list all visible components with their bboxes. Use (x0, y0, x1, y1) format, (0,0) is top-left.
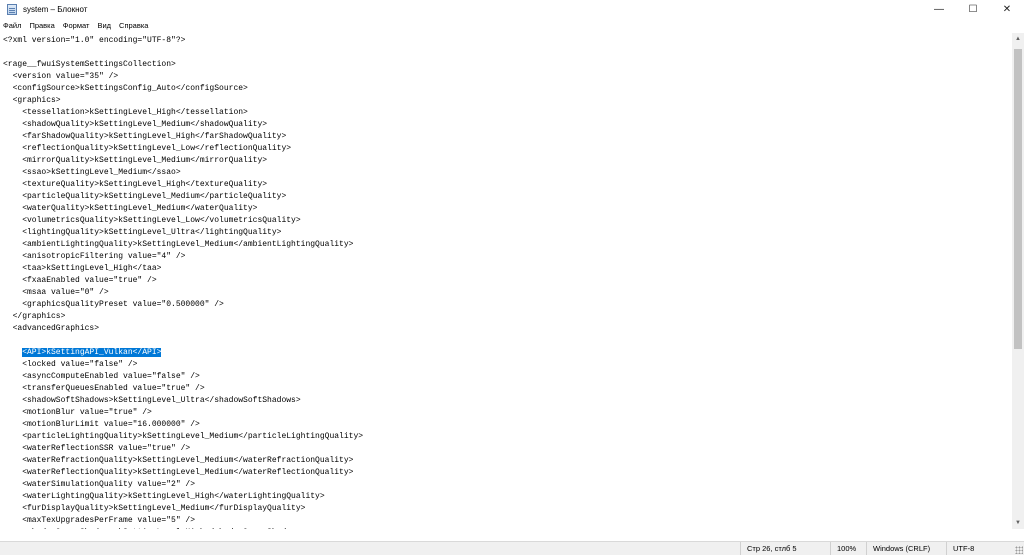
text-line[interactable]: <particleLightingQuality>kSettingLevel_M… (3, 431, 1011, 443)
minimize-button[interactable]: — (922, 0, 956, 18)
maximize-button[interactable]: ☐ (956, 0, 990, 18)
text-line[interactable]: <msaa value="0" /> (3, 287, 1011, 299)
text-line[interactable]: <particleQuality>kSettingLevel_Medium</p… (3, 191, 1011, 203)
menu-view[interactable]: Вид (93, 21, 115, 30)
text-line[interactable]: <graphics> (3, 95, 1011, 107)
text-line[interactable]: <tessellation>kSettingLevel_High</tessel… (3, 107, 1011, 119)
text-line[interactable]: <farShadowQuality>kSettingLevel_High</fa… (3, 131, 1011, 143)
text-line[interactable]: <volumetricsQuality>kSettingLevel_Low</v… (3, 215, 1011, 227)
text-line[interactable]: <waterReflectionQuality>kSettingLevel_Me… (3, 467, 1011, 479)
vertical-scrollbar[interactable]: ▲ ▼ (1012, 33, 1024, 529)
cursor-position: Стр 26, стлб 5 (740, 542, 830, 555)
notepad-icon (7, 3, 17, 15)
text-line[interactable]: <?xml version="1.0" encoding="UTF-8"?> (3, 35, 1011, 47)
text-line[interactable]: <API>kSettingAPI_Vulkan</API> (3, 347, 1011, 359)
menu-edit[interactable]: Правка (25, 21, 58, 30)
text-line[interactable]: <taa>kSettingLevel_High</taa> (3, 263, 1011, 275)
text-line[interactable]: <motionBlur value="true" /> (3, 407, 1011, 419)
text-line[interactable] (3, 335, 1011, 347)
menu-bar: Файл Правка Формат Вид Справка (0, 19, 1024, 32)
text-line[interactable]: <shadowGrassShadows>kSettingLevel_High</… (3, 527, 1011, 529)
text-line[interactable]: <waterLightingQuality>kSettingLevel_High… (3, 491, 1011, 503)
text-line[interactable]: <version value="35" /> (3, 71, 1011, 83)
title-bar[interactable]: system – Блокнот — ☐ ✕ (0, 0, 1024, 18)
text-line[interactable]: <shadowQuality>kSettingLevel_Medium</sha… (3, 119, 1011, 131)
text-line[interactable]: <furDisplayQuality>kSettingLevel_Medium<… (3, 503, 1011, 515)
status-bar: Стр 26, стлб 5 100% Windows (CRLF) UTF-8 (0, 541, 1024, 555)
text-line[interactable]: <waterQuality>kSettingLevel_Medium</wate… (3, 203, 1011, 215)
text-line[interactable]: <rage__fwuiSystemSettingsCollection> (3, 59, 1011, 71)
menu-format[interactable]: Формат (59, 21, 94, 30)
text-line[interactable]: <lightingQuality>kSettingLevel_Ultra</li… (3, 227, 1011, 239)
editor-content[interactable]: <?xml version="1.0" encoding="UTF-8"?> <r… (0, 33, 1011, 529)
text-line[interactable]: <locked value="false" /> (3, 359, 1011, 371)
text-line[interactable] (3, 47, 1011, 59)
text-line[interactable]: <transferQueuesEnabled value="true" /> (3, 383, 1011, 395)
text-line[interactable]: <configSource>kSettingsConfig_Auto</conf… (3, 83, 1011, 95)
text-line[interactable]: <textureQuality>kSettingLevel_High</text… (3, 179, 1011, 191)
close-button[interactable]: ✕ (990, 0, 1024, 18)
text-line[interactable]: <shadowSoftShadows>kSettingLevel_Ultra</… (3, 395, 1011, 407)
text-line[interactable]: <waterRefractionQuality>kSettingLevel_Me… (3, 455, 1011, 467)
text-line[interactable]: <asyncComputeEnabled value="false" /> (3, 371, 1011, 383)
text-line[interactable]: <fxaaEnabled value="true" /> (3, 275, 1011, 287)
selected-text[interactable]: <API>kSettingAPI_Vulkan</API> (22, 348, 162, 357)
text-line[interactable]: <maxTexUpgradesPerFrame value="5" /> (3, 515, 1011, 527)
line-endings: Windows (CRLF) (866, 542, 946, 555)
text-line[interactable]: <waterReflectionSSR value="true" /> (3, 443, 1011, 455)
text-editor[interactable]: <?xml version="1.0" encoding="UTF-8"?> <r… (0, 33, 1011, 529)
window-controls: — ☐ ✕ (922, 0, 1024, 18)
text-line[interactable]: <reflectionQuality>kSettingLevel_Low</re… (3, 143, 1011, 155)
text-line[interactable]: </graphics> (3, 311, 1011, 323)
text-line[interactable]: <ssao>kSettingLevel_Medium</ssao> (3, 167, 1011, 179)
text-line[interactable]: <mirrorQuality>kSettingLevel_Medium</mir… (3, 155, 1011, 167)
resize-grip-icon[interactable] (1015, 546, 1023, 554)
scrollbar-thumb[interactable] (1014, 49, 1022, 349)
scroll-down-icon[interactable]: ▼ (1012, 517, 1024, 529)
zoom-level: 100% (830, 542, 866, 555)
text-line[interactable]: <motionBlurLimit value="16.000000" /> (3, 419, 1011, 431)
text-line[interactable]: <ambientLightingQuality>kSettingLevel_Me… (3, 239, 1011, 251)
menu-file[interactable]: Файл (0, 21, 25, 30)
window-title: system – Блокнот (23, 4, 88, 14)
text-line[interactable]: <advancedGraphics> (3, 323, 1011, 335)
text-line[interactable]: <waterSimulationQuality value="2" /> (3, 479, 1011, 491)
encoding: UTF-8 (946, 542, 1012, 555)
text-line[interactable]: <anisotropicFiltering value="4" /> (3, 251, 1011, 263)
text-line[interactable]: <graphicsQualityPreset value="0.500000" … (3, 299, 1011, 311)
scroll-up-icon[interactable]: ▲ (1012, 33, 1024, 45)
menu-help[interactable]: Справка (115, 21, 152, 30)
